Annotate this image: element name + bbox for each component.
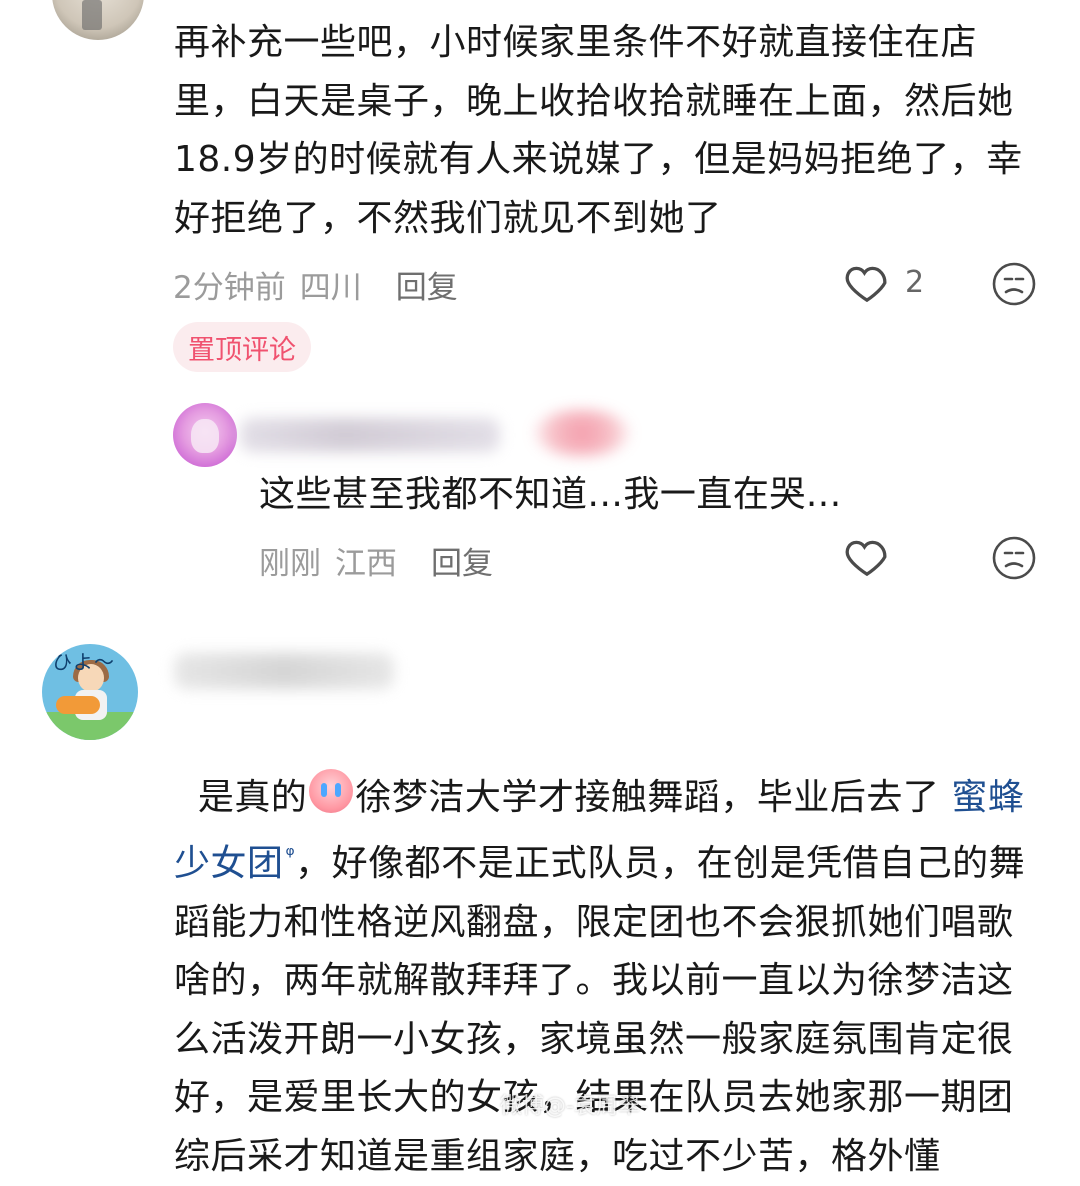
comment-text-segment: 是真的	[197, 776, 308, 818]
blurred-username-accent	[534, 410, 630, 456]
avatar-guitar	[56, 696, 100, 714]
reply-button[interactable]: 回复	[431, 538, 493, 583]
reply-time: 刚刚	[259, 546, 321, 582]
avatar-text: ひよ〜	[52, 650, 115, 674]
avatar[interactable]	[52, 0, 144, 40]
like-button[interactable]: 2	[845, 262, 924, 302]
reply-location: 江西	[335, 546, 397, 582]
watermark: 微博@-袁周翠-	[500, 1094, 648, 1119]
comment-text-segment: ，好像都不是正式队员，在创是凭借自己的舞蹈能力和性格逆风翻盘，限定团也不会狠抓她…	[174, 843, 1026, 1177]
blurred-username	[240, 418, 500, 452]
avatar[interactable]: ひよ〜	[42, 644, 138, 740]
reply-button[interactable]: 回复	[396, 262, 458, 307]
comment-time: 2分钟前	[173, 270, 286, 306]
dislike-icon[interactable]	[991, 261, 1037, 307]
search-icon: ᵠ	[285, 843, 296, 868]
reply-meta: 刚刚 江西 回复	[259, 538, 493, 583]
avatar-image-detail	[82, 0, 102, 30]
blurred-username	[174, 653, 394, 689]
comment-location: 四川	[299, 270, 362, 306]
heart-icon	[845, 266, 887, 302]
comment-text: 再补充一些吧，小时候家里条件不好就直接住在店里，白天是桌子，晚上收拾收拾就睡在上…	[174, 22, 1023, 239]
avatar-figure	[191, 419, 219, 453]
comment-text-segment: 徐梦洁大学才接触舞蹈，毕业后去了	[355, 776, 952, 818]
like-count: 2	[905, 264, 925, 300]
pinned-comment-badge: 置顶评论	[173, 322, 311, 372]
reply-like-button[interactable]	[845, 536, 889, 576]
dislike-icon[interactable]	[991, 535, 1037, 581]
reply-avatar[interactable]	[173, 403, 237, 467]
reply-text: 这些甚至我都不知道...我一直在哭...	[259, 474, 842, 515]
heart-icon	[845, 540, 887, 576]
comment-meta: 2分钟前 四川 回复	[173, 262, 458, 307]
crying-emoji-icon	[309, 768, 354, 813]
